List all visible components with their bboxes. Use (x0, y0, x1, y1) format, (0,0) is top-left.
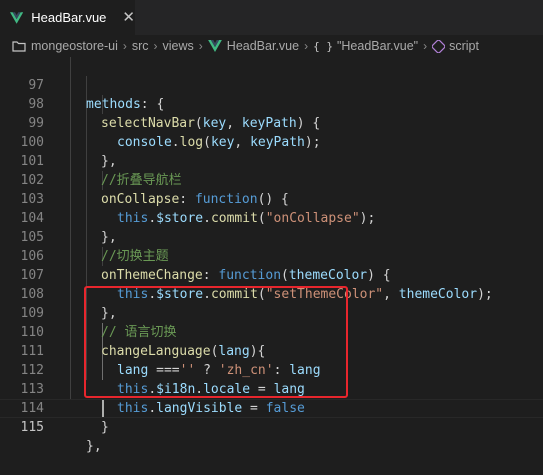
script-icon (432, 39, 446, 53)
code-line: 99 console.log(key, keyPath); (0, 95, 543, 150)
breadcrumb-separator: › (304, 39, 309, 53)
breadcrumb-item-views[interactable]: views (163, 39, 194, 53)
code-line: 108 }, (0, 266, 543, 321)
code-line: 105 //切换主题 (0, 209, 543, 264)
braces-icon: { } (313, 39, 333, 53)
code-line: 106 onThemeChange: function(themeColor) … (0, 228, 543, 283)
breadcrumb-separator: › (423, 39, 428, 53)
code-line: 103 this.$store.commit("onCollapse"); (0, 171, 543, 226)
breadcrumb-separator: › (122, 39, 127, 53)
breadcrumb: mongeostore-ui › src › views › HeadBar.v… (0, 35, 543, 57)
code-line: 104 }, (0, 190, 543, 245)
tab-headbar-vue[interactable]: HeadBar.vue ✕ (0, 0, 135, 35)
code-line: 98 selectNavBar(key, keyPath) { (0, 76, 543, 131)
close-icon[interactable]: ✕ (122, 10, 135, 25)
vue-icon (10, 11, 24, 24)
line-content: } (101, 420, 109, 435)
tab-bar: HeadBar.vue ✕ (0, 0, 543, 35)
line-content: }, (86, 439, 102, 454)
text-cursor (102, 400, 104, 417)
breadcrumb-item-component[interactable]: { } "HeadBar.vue" (313, 39, 418, 53)
code-editor[interactable]: 97 methods: { 98 selectNavBar(key, keyPa… (0, 57, 543, 454)
breadcrumb-item-script[interactable]: script (432, 39, 479, 53)
line-number: 115 (20, 420, 44, 435)
code-line: 115 }, (0, 399, 543, 454)
code-line: 100 }, (0, 114, 543, 169)
code-line: 102 onCollapse: function() { (0, 152, 543, 207)
folder-icon (12, 41, 26, 52)
code-line: 101 //折叠导航栏 (0, 133, 543, 188)
code-line: 107 this.$store.commit("setThemeColor", … (0, 247, 543, 302)
tab-label: HeadBar.vue (31, 10, 107, 25)
annotation-highlight-box (84, 286, 348, 398)
breadcrumb-item-src[interactable]: src (132, 39, 149, 53)
breadcrumb-item-file[interactable]: HeadBar.vue (207, 39, 299, 53)
vue-icon (207, 40, 222, 52)
code-line: 97 methods: { (0, 57, 543, 112)
breadcrumb-separator: › (153, 39, 158, 53)
breadcrumb-separator: › (198, 39, 203, 53)
breadcrumb-item-project[interactable]: mongeostore-ui (12, 39, 118, 53)
